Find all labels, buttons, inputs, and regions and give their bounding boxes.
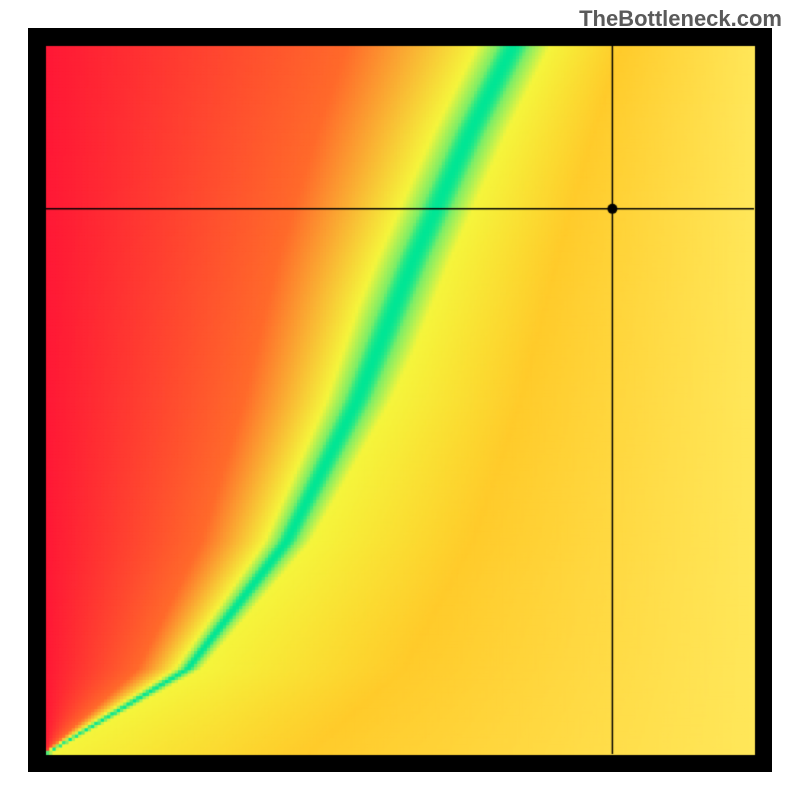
bottleneck-heatmap: [28, 28, 772, 772]
watermark-text: TheBottleneck.com: [579, 6, 782, 32]
chart-frame: [28, 28, 772, 772]
